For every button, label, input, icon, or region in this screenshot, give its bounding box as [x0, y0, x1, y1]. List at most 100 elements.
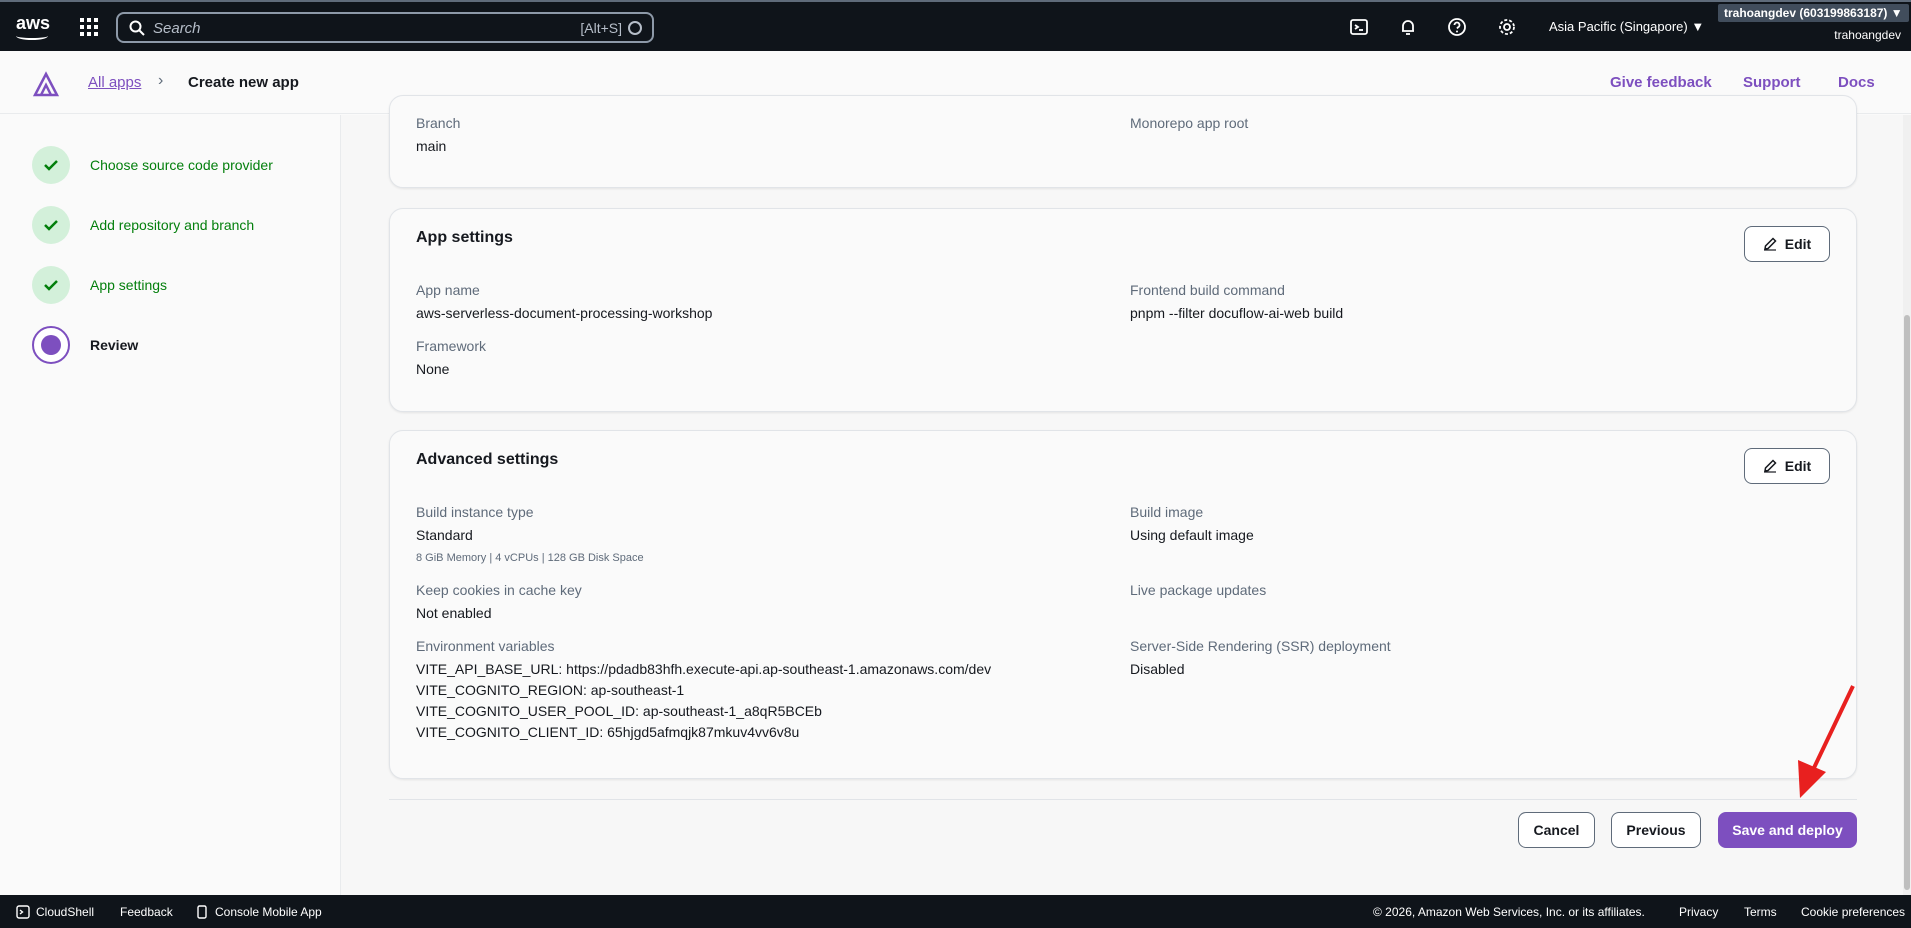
annotation-arrow-icon — [1798, 685, 1855, 798]
repository-details-card: Branch main Monorepo app root — [389, 95, 1857, 188]
live-package-label: Live package updates — [1130, 582, 1267, 598]
aws-logo[interactable]: aws — [16, 14, 50, 40]
settings-gear-icon[interactable] — [1497, 17, 1517, 37]
monorepo-field: Monorepo app root — [1130, 114, 1248, 132]
copyright-text: © 2026, Amazon Web Services, Inc. or its… — [1373, 905, 1645, 919]
console-mobile-app-link[interactable]: Console Mobile App — [215, 905, 322, 919]
framework-field: Framework None — [416, 337, 486, 378]
framework-label: Framework — [416, 338, 487, 354]
step-complete-icon — [32, 206, 70, 244]
shortcut-icon — [628, 21, 642, 35]
wizard-step-repository[interactable]: Add repository and branch — [32, 206, 254, 244]
step-complete-icon — [32, 266, 70, 304]
main-content: Branch main Monorepo app root App settin… — [341, 95, 1911, 895]
build-instance-label: Build instance type — [416, 504, 534, 520]
breadcrumb-all-apps[interactable]: All apps — [88, 74, 141, 91]
cancel-button[interactable]: Cancel — [1518, 812, 1595, 848]
cookies-label: Keep cookies in cache key — [416, 582, 582, 598]
step-label: Add repository and branch — [90, 217, 255, 233]
build-instance-value: Standard — [416, 527, 473, 543]
framework-value: None — [416, 361, 450, 377]
aws-logo-text: aws — [16, 13, 51, 33]
env-var-item: VITE_COGNITO_REGION: ap-southeast-1 — [416, 682, 685, 698]
build-command-value: pnpm --filter docuflow-ai-web build — [1130, 305, 1344, 321]
app-name-label: App name — [416, 282, 480, 298]
cookies-value: Not enabled — [416, 605, 492, 621]
app-settings-card: App settings Edit App name aws-serverles… — [389, 208, 1857, 412]
live-package-field: Live package updates — [1130, 581, 1266, 599]
help-icon[interactable] — [1447, 17, 1467, 37]
amplify-logo-icon[interactable] — [32, 71, 60, 97]
support-link[interactable]: Support — [1743, 74, 1801, 91]
wizard-steps: Choose source code provider Add reposito… — [0, 115, 341, 895]
terms-link[interactable]: Terms — [1744, 905, 1777, 919]
env-vars-field: Environment variables VITE_API_BASE_URL:… — [416, 637, 991, 743]
mobile-app-icon — [197, 905, 207, 919]
cloudshell-icon — [16, 905, 30, 919]
app-name-value: aws-serverless-document-processing-works… — [416, 305, 713, 321]
page-scrollbar[interactable] — [1903, 115, 1911, 895]
build-instance-specs: 8 GiB Memory | 4 vCPUs | 128 GB Disk Spa… — [416, 552, 644, 564]
save-and-deploy-button[interactable]: Save and deploy — [1718, 812, 1857, 848]
cloudshell-icon[interactable] — [1349, 17, 1369, 37]
ssr-value: Disabled — [1130, 661, 1185, 677]
wizard-step-source[interactable]: Choose source code provider — [32, 146, 273, 184]
account-menu[interactable]: trahoangdev (603199863187) ▼ — [1718, 4, 1909, 22]
advanced-settings-edit-button[interactable]: Edit — [1744, 448, 1830, 484]
step-label: App settings — [90, 277, 168, 293]
branch-value: main — [416, 138, 447, 154]
build-command-field: Frontend build command pnpm --filter doc… — [1130, 281, 1343, 322]
feedback-link[interactable]: Feedback — [120, 905, 173, 919]
cloudshell-link[interactable]: CloudShell — [36, 905, 94, 919]
step-complete-icon — [32, 146, 70, 184]
step-current-icon — [32, 326, 70, 364]
advanced-settings-title: Advanced settings — [416, 451, 559, 468]
top-navigation: aws Search [Alt+S] Asia Pacific (Singapo… — [0, 0, 1911, 51]
branch-field: Branch main — [416, 114, 460, 155]
account-name: trahoangdev — [1834, 28, 1901, 42]
notifications-bell-icon[interactable] — [1398, 17, 1418, 37]
console-footer: CloudShell Feedback Console Mobile App ©… — [0, 895, 1911, 928]
env-vars-label: Environment variables — [416, 638, 555, 654]
build-instance-field: Build instance type Standard 8 GiB Memor… — [416, 503, 644, 564]
actions-divider — [389, 799, 1857, 800]
edit-label: Edit — [1784, 236, 1812, 252]
build-command-label: Frontend build command — [1130, 282, 1285, 298]
ssr-label: Server-Side Rendering (SSR) deployment — [1130, 638, 1391, 654]
build-image-label: Build image — [1130, 504, 1204, 520]
app-settings-edit-button[interactable]: Edit — [1744, 226, 1830, 262]
step-label: Review — [90, 337, 139, 353]
edit-label: Edit — [1784, 458, 1812, 474]
pencil-icon — [1763, 459, 1777, 473]
build-image-value: Using default image — [1130, 527, 1254, 543]
env-var-item: VITE_COGNITO_USER_POOL_ID: ap-southeast-… — [416, 703, 822, 719]
branch-label: Branch — [416, 115, 461, 131]
advanced-settings-card: Advanced settings Edit Build instance ty… — [389, 430, 1857, 779]
wizard-step-app-settings[interactable]: App settings — [32, 266, 167, 304]
search-input[interactable]: Search [Alt+S] — [116, 12, 654, 43]
pencil-icon — [1763, 237, 1777, 251]
aws-smile-icon — [16, 32, 48, 40]
breadcrumb-chevron-icon: › — [158, 72, 164, 89]
step-label: Choose source code provider — [90, 157, 273, 173]
env-var-item: VITE_COGNITO_CLIENT_ID: 65hjgd5afmqjk87m… — [416, 724, 800, 740]
cookies-field: Keep cookies in cache key Not enabled — [416, 581, 582, 622]
search-icon — [129, 20, 145, 36]
app-name-field: App name aws-serverless-document-process… — [416, 281, 712, 322]
search-shortcut: [Alt+S] — [580, 20, 622, 36]
breadcrumb-current: Create new app — [188, 74, 299, 91]
region-selector[interactable]: Asia Pacific (Singapore) ▼ — [1549, 19, 1704, 34]
search-placeholder: Search — [153, 20, 201, 37]
cookie-preferences-link[interactable]: Cookie preferences — [1801, 905, 1905, 919]
scrollbar-thumb[interactable] — [1904, 315, 1910, 890]
docs-link[interactable]: Docs — [1838, 74, 1875, 91]
build-image-field: Build image Using default image — [1130, 503, 1254, 544]
privacy-link[interactable]: Privacy — [1679, 905, 1718, 919]
env-var-item: VITE_API_BASE_URL: https://pdadb83hfh.ex… — [416, 661, 992, 677]
previous-button[interactable]: Previous — [1611, 812, 1701, 848]
app-settings-title: App settings — [416, 229, 513, 246]
services-grid-icon[interactable] — [80, 18, 98, 36]
ssr-field: Server-Side Rendering (SSR) deployment D… — [1130, 637, 1391, 678]
give-feedback-link[interactable]: Give feedback — [1610, 74, 1712, 91]
monorepo-label: Monorepo app root — [1130, 115, 1249, 131]
